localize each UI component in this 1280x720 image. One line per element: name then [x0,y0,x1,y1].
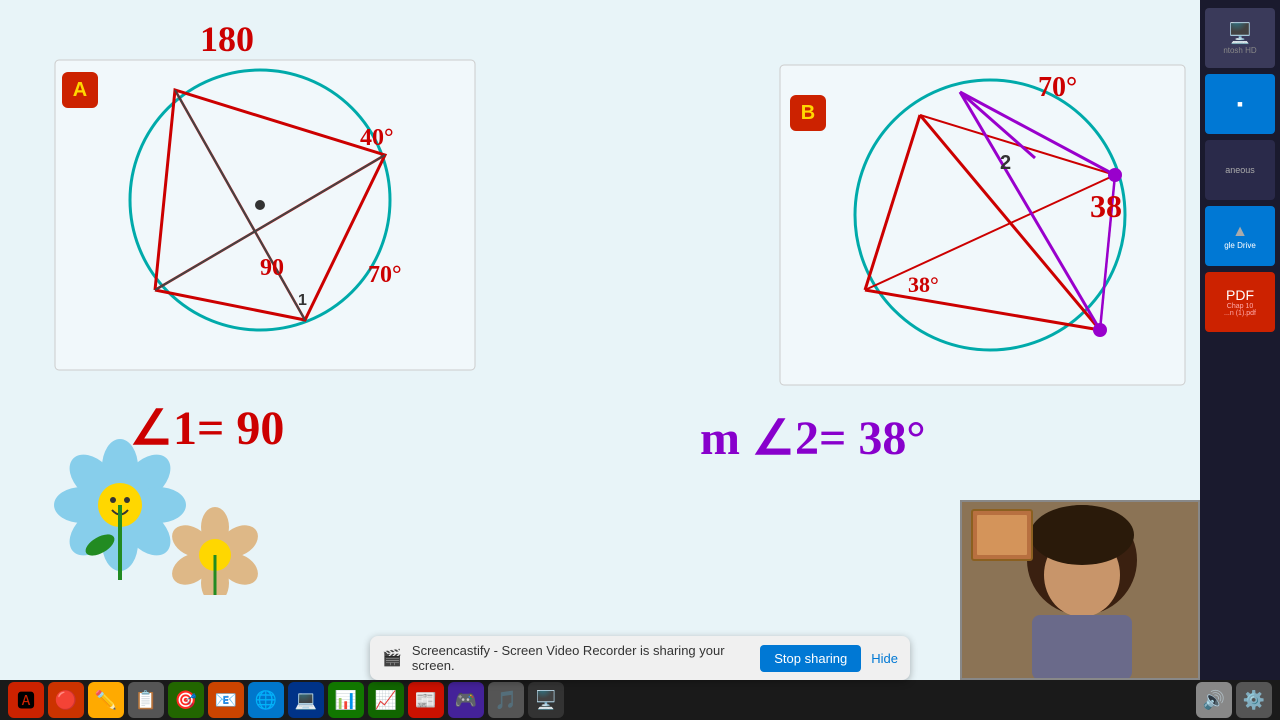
hide-button[interactable]: Hide [871,651,898,666]
annotation-70-right: 70° [1038,72,1077,104]
annotation-70-left: 70° [368,262,402,289]
taskbar-icon-3[interactable]: ✏️ [88,682,124,718]
right-sidebar: 🖥️ ntosh HD ▪ aneous ▲ gle Drive PDF Cha… [1200,0,1280,700]
taskbar-icon-13[interactable]: 🎵 [488,682,524,718]
label-b: B [790,95,826,131]
taskbar-icon-6[interactable]: 📧 [208,682,244,718]
stop-sharing-button[interactable]: Stop sharing [760,645,861,672]
taskbar-icon-4[interactable]: 📋 [128,682,164,718]
webcam-overlay [960,500,1200,680]
annotation-90: 90 [260,255,284,282]
annotation-180: 180 [200,18,254,60]
annotation-40: 40° [360,125,394,152]
taskbar-icon-1[interactable]: 🅰 [8,682,44,718]
sidebar-pdf: PDF Chap 10 ...n (1).pdf [1205,272,1275,332]
taskbar: 🅰 🔴 ✏️ 📋 🎯 📧 🌐 💻 📊 📈 📰 🎮 🎵 🖥️ 🔊 ⚙️ [0,680,1280,720]
taskbar-icon-12[interactable]: 🎮 [448,682,484,718]
angle2-result: m ∠2= 38° [700,410,926,466]
flowers-decoration [40,425,270,600]
taskbar-icon-5[interactable]: 🎯 [168,682,204,718]
annotation-2: 2 [1000,152,1011,175]
notification-text: Screencastify - Screen Video Recorder is… [412,643,750,673]
notification-bar: 🎬 Screencastify - Screen Video Recorder … [370,636,910,680]
annotation-38-deg: 38° [908,272,939,298]
sidebar-monitor: 🖥️ ntosh HD [1205,8,1275,68]
notification-icon: 🎬 [382,648,402,668]
sidebar-misc: aneous [1205,140,1275,200]
taskbar-icon-14[interactable]: 🖥️ [528,682,564,718]
annotation-38-right: 38 [1090,188,1122,225]
taskbar-icon-2[interactable]: 🔴 [48,682,84,718]
sidebar-drive: ▲ gle Drive [1205,206,1275,266]
taskbar-icon-9[interactable]: 📊 [328,682,364,718]
webcam-person [962,502,1198,678]
label-a: A [62,72,98,108]
taskbar-icon-15[interactable]: 🔊 [1196,682,1232,718]
taskbar-icon-11[interactable]: 📰 [408,682,444,718]
sidebar-blue: ▪ [1205,74,1275,134]
taskbar-icon-8[interactable]: 💻 [288,682,324,718]
taskbar-icon-16[interactable]: ⚙️ [1236,682,1272,718]
annotation-1: 1 [298,292,307,310]
taskbar-icon-10[interactable]: 📈 [368,682,404,718]
taskbar-icon-7[interactable]: 🌐 [248,682,284,718]
